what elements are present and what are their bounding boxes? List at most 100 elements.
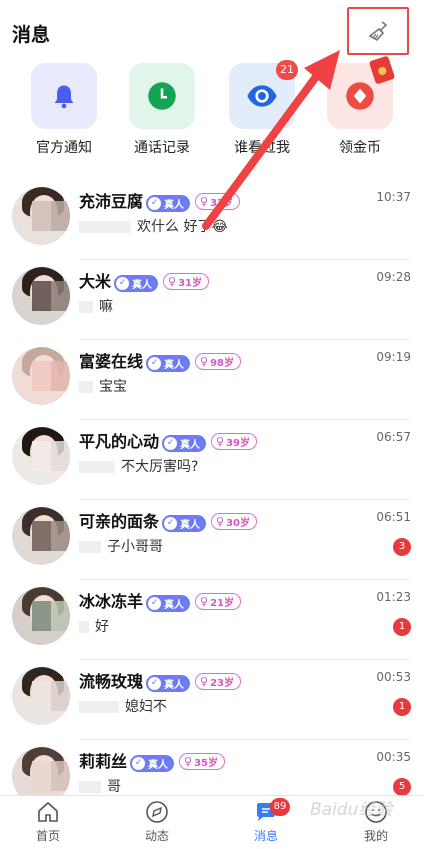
quick-action-call-log[interactable]: 通话记录 [122, 63, 202, 163]
bell-icon [54, 85, 74, 109]
tab-messages[interactable]: 89 消息 [236, 798, 296, 844]
avatar [12, 587, 70, 645]
eye-icon [247, 85, 277, 107]
quick-action-official-notice[interactable]: 官方通知 [24, 63, 104, 163]
quick-action-label: 谁看过我 [234, 140, 290, 156]
age-badge: ♀ 35岁 [179, 753, 225, 770]
age-badge: ♀ 21岁 [195, 593, 241, 610]
unread-count-badge: 3 [393, 538, 411, 556]
age-badge: ♀ 98岁 [195, 353, 241, 370]
conversation-list: 充沛豆腐 ✓ 真人 ♀ 3?岁 10:37 欢什么 好了😂 大米 ✓ 真人 ♀ 31岁 09:2… [0, 180, 424, 820]
user-check-icon: ✓ [148, 197, 162, 210]
watermark: Baidu经验 [310, 800, 393, 820]
avatar [12, 267, 70, 325]
unread-count-badge: 5 [393, 778, 411, 796]
conversation-row[interactable]: 平凡的心动 ✓ 真人 ♀ 39岁 06:57 不大厉害吗? [0, 420, 424, 500]
unread-count-badge: 1 [393, 698, 411, 716]
user-check-icon: ✓ [164, 517, 178, 530]
contact-name: 充沛豆腐 ✓ 真人 ♀ 3?岁 [79, 188, 240, 212]
avatar [12, 507, 70, 565]
female-icon: ♀ [216, 515, 225, 528]
female-icon: ♀ [216, 435, 225, 448]
conversation-row[interactable]: 充沛豆腐 ✓ 真人 ♀ 3?岁 10:37 欢什么 好了😂 [0, 180, 424, 260]
contact-name: 可亲的面条 ✓ 真人 ♀ 30岁 [79, 508, 257, 532]
conversation-row[interactable]: 富婆在线 ✓ 真人 ♀ 98岁 09:19 宝宝 [0, 340, 424, 420]
female-icon: ♀ [200, 195, 209, 208]
avatar [12, 427, 70, 485]
real-person-badge: ✓ 真人 [114, 275, 159, 292]
home-icon [38, 801, 58, 822]
female-icon: ♀ [200, 355, 209, 368]
unread-count-badge: 1 [393, 618, 411, 636]
page-title: 消息 [12, 24, 51, 46]
message-time: 09:19 [376, 350, 411, 364]
real-person-badge: ✓ 真人 [130, 755, 175, 772]
message-time: 01:23 [376, 590, 411, 604]
contact-name: 平凡的心动 ✓ 真人 ♀ 39岁 [79, 428, 257, 452]
message-preview: 媳妇不 [79, 696, 167, 716]
real-person-badge: ✓ 真人 [162, 435, 207, 452]
user-check-icon: ✓ [148, 357, 162, 370]
message-preview: 子小哥哥 [79, 536, 163, 556]
message-time: 06:51 [376, 510, 411, 524]
avatar [12, 667, 70, 725]
user-check-icon: ✓ [116, 277, 130, 290]
real-person-badge: ✓ 真人 [146, 355, 191, 372]
message-time: 10:37 [376, 190, 411, 204]
avatar [12, 347, 70, 405]
avatar [12, 187, 70, 245]
quick-action-label: 领金币 [339, 140, 381, 156]
compass-icon [146, 801, 168, 823]
tab-home[interactable]: 首页 [18, 800, 78, 844]
viewers-count-badge: 21 [276, 60, 298, 80]
tab-moments[interactable]: 动态 [127, 800, 187, 844]
quick-action-label: 通话记录 [134, 140, 190, 156]
contact-name: 冰冰冻羊 ✓ 真人 ♀ 21岁 [79, 588, 241, 612]
female-icon: ♀ [200, 675, 209, 688]
real-person-badge: ✓ 真人 [146, 195, 191, 212]
real-person-badge: ✓ 真人 [162, 515, 207, 532]
contact-name: 大米 ✓ 真人 ♀ 31岁 [79, 268, 209, 292]
contact-name: 富婆在线 ✓ 真人 ♀ 98岁 [79, 348, 241, 372]
message-preview: 好 [79, 616, 109, 636]
message-time: 06:57 [376, 430, 411, 444]
real-person-badge: ✓ 真人 [146, 595, 191, 612]
conversation-row[interactable]: 流畅玫瑰 ✓ 真人 ♀ 23岁 00:53 媳妇不 1 [0, 660, 424, 740]
female-icon: ♀ [184, 755, 193, 768]
tab-label: 消息 [253, 829, 278, 843]
tab-label: 动态 [144, 829, 169, 843]
quick-action-label: 官方通知 [36, 140, 92, 156]
user-check-icon: ✓ [148, 597, 162, 610]
clear-unread-button[interactable] [347, 7, 409, 55]
age-badge: ♀ 39岁 [211, 433, 257, 450]
message-preview: 嘛 [79, 296, 113, 316]
female-icon: ♀ [200, 595, 209, 608]
female-icon: ♀ [168, 275, 177, 288]
message-time: 09:28 [376, 270, 411, 284]
real-person-badge: ✓ 真人 [146, 675, 191, 692]
conversation-row[interactable]: 可亲的面条 ✓ 真人 ♀ 30岁 06:51 子小哥哥 3 [0, 500, 424, 580]
conversation-row[interactable]: 冰冰冻羊 ✓ 真人 ♀ 21岁 01:23 好 1 [0, 580, 424, 660]
user-check-icon: ✓ [164, 437, 178, 450]
user-check-icon: ✓ [132, 757, 146, 770]
messages-badge: 89 [270, 798, 290, 816]
contact-name: 莉莉丝 ✓ 真人 ♀ 35岁 [79, 748, 225, 772]
tab-label: 首页 [35, 829, 60, 843]
message-preview: 宝宝 [79, 376, 127, 396]
conversation-row[interactable]: 大米 ✓ 真人 ♀ 31岁 09:28 嘛 [0, 260, 424, 340]
tab-label: 我的 [363, 829, 388, 843]
header: 消息 [0, 0, 424, 60]
quick-action-who-viewed-me[interactable]: 21 谁看过我 [222, 60, 302, 163]
broom-icon [368, 21, 388, 42]
message-time: 00:35 [376, 750, 411, 764]
message-preview: 不大厉害吗? [79, 456, 198, 476]
age-badge: ♀ 30岁 [211, 513, 257, 530]
age-badge: ♀ 3?岁 [195, 193, 240, 210]
message-preview: 欢什么 好了😂 [79, 216, 228, 236]
message-time: 00:53 [376, 670, 411, 684]
coin-icon [346, 82, 374, 110]
contact-name: 流畅玫瑰 ✓ 真人 ♀ 23岁 [79, 668, 241, 692]
age-badge: ♀ 23岁 [195, 673, 241, 690]
user-check-icon: ✓ [148, 677, 162, 690]
age-badge: ♀ 31岁 [163, 273, 209, 290]
